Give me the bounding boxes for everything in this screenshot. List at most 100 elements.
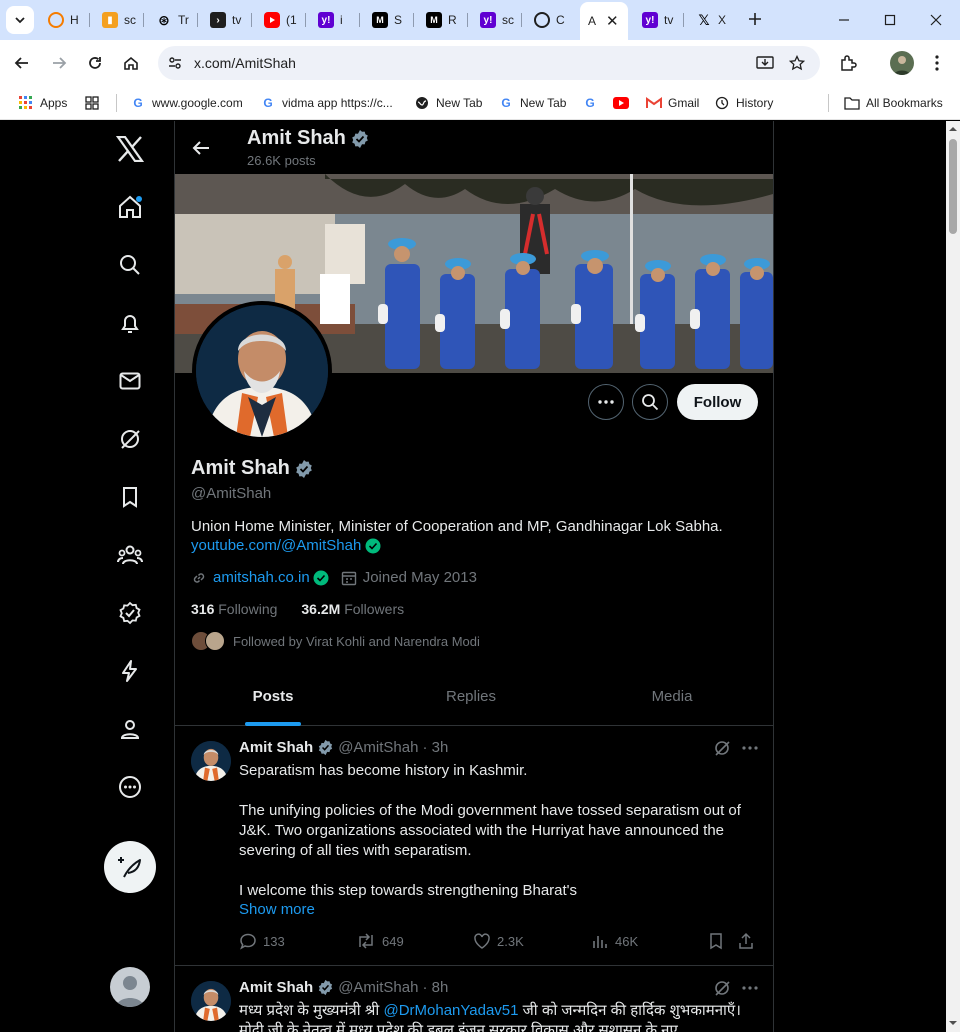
more-options-button[interactable] xyxy=(588,384,624,420)
browser-tab[interactable]: C xyxy=(526,6,576,34)
google-icon: G xyxy=(133,96,143,110)
show-more-link[interactable]: Show more xyxy=(239,901,315,918)
new-tab-button[interactable] xyxy=(744,8,766,30)
followed-by[interactable]: Followed by Virat Kohli and Narendra Mod… xyxy=(191,631,480,651)
compose-post-button[interactable] xyxy=(104,841,156,893)
repost-icon xyxy=(359,933,373,949)
close-tab-icon[interactable]: ✕ xyxy=(606,12,619,30)
back-arrow-icon[interactable] xyxy=(189,136,213,160)
mention-link[interactable]: @DrMohanYadav51 xyxy=(383,1002,518,1019)
extensions-button[interactable] xyxy=(836,51,860,75)
tab-replies[interactable]: Replies xyxy=(371,666,571,726)
bio-link[interactable]: youtube.com/@AmitShah xyxy=(191,537,381,554)
profile-avatar[interactable] xyxy=(890,51,914,75)
close-window-button[interactable] xyxy=(926,10,946,30)
home-icon[interactable] xyxy=(100,187,160,227)
youtube-icon xyxy=(264,12,280,28)
bookmark-all[interactable]: All Bookmarks xyxy=(844,93,943,113)
tweet-header: Amit Shah @AmitShah · 8h xyxy=(239,979,449,996)
browser-toolbar: x.com/AmitShah xyxy=(0,40,960,86)
search-icon[interactable] xyxy=(100,245,160,285)
profile-name: Amit Shah xyxy=(191,457,314,480)
account-avatar[interactable] xyxy=(110,967,150,1007)
x-logo-icon[interactable] xyxy=(100,129,160,169)
yahoo-icon: y! xyxy=(318,12,334,28)
browser-tab[interactable]: y! tv xyxy=(634,6,684,34)
browser-tab[interactable]: H xyxy=(40,6,90,34)
search-profile-button[interactable] xyxy=(632,384,668,420)
views-button[interactable]: 46K xyxy=(591,932,638,950)
grok-icon[interactable] xyxy=(713,979,731,997)
verified-icon[interactable] xyxy=(100,593,160,633)
browser-tab[interactable]: ▮ sc xyxy=(94,6,144,34)
forward-button[interactable] xyxy=(47,51,71,75)
kebab-menu-icon xyxy=(935,55,939,71)
bookmark-tab-groups[interactable] xyxy=(84,93,106,113)
tweet-avatar[interactable] xyxy=(191,741,231,781)
browser-tab[interactable]: y! i xyxy=(310,6,360,34)
profile-icon[interactable] xyxy=(100,709,160,749)
tweet[interactable]: Amit Shah @AmitShah · 3h Separatism has … xyxy=(175,727,773,966)
browser-tab[interactable]: ⊛ Tr xyxy=(148,6,198,34)
bookmarks-bar: Apps Gwww.google.com Gvidma app https://… xyxy=(0,86,960,120)
install-app-icon[interactable] xyxy=(756,54,774,72)
chrome-menu-button[interactable] xyxy=(925,51,949,75)
bookmark-new-tab-2[interactable]: G New Tab xyxy=(498,93,566,113)
bookmark-vidma[interactable]: Gvidma app https://c... xyxy=(260,93,392,113)
bookmark-gmail[interactable]: Gmail xyxy=(646,93,699,113)
notifications-icon[interactable] xyxy=(100,303,160,343)
youtube-icon xyxy=(613,95,629,111)
browser-tab[interactable]: MS xyxy=(364,6,414,34)
browser-tab[interactable]: 𝕏X xyxy=(688,6,738,34)
tab-posts[interactable]: Posts xyxy=(175,666,371,726)
bookmarks-icon[interactable] xyxy=(100,477,160,517)
site-settings-icon[interactable] xyxy=(166,54,184,72)
website-link[interactable]: amitshah.co.in xyxy=(213,569,310,586)
bookmark-new-tab[interactable]: New Tab xyxy=(414,93,482,113)
verified-badge-icon xyxy=(319,739,333,756)
bookmark-google[interactable]: Gwww.google.com xyxy=(130,93,242,113)
more-icon[interactable] xyxy=(100,767,160,807)
following-link[interactable]: 316 Following xyxy=(191,601,277,617)
grok-icon[interactable] xyxy=(713,739,731,757)
bookmark-apps[interactable]: Apps xyxy=(18,93,67,113)
bookmark-star-icon[interactable] xyxy=(788,54,806,72)
repost-button[interactable]: 649 xyxy=(356,932,404,950)
back-button[interactable] xyxy=(10,51,34,75)
green-check-icon xyxy=(313,570,329,585)
like-button[interactable]: 2.3K xyxy=(473,932,524,950)
reply-button[interactable]: 133 xyxy=(239,932,285,950)
tab-search-button[interactable] xyxy=(6,6,34,34)
bookmark-history[interactable]: History xyxy=(714,93,773,113)
page-scrollbar[interactable] xyxy=(946,121,960,1032)
browser-tab[interactable]: › tv xyxy=(202,6,252,34)
grok-icon[interactable] xyxy=(100,419,160,459)
tab-media[interactable]: Media xyxy=(571,666,773,726)
reload-button[interactable] xyxy=(83,51,107,75)
address-bar[interactable]: x.com/AmitShah xyxy=(158,46,820,80)
tweet[interactable]: Amit Shah @AmitShah · 8h मध्य प्रदेश के … xyxy=(175,967,773,1032)
home-button[interactable] xyxy=(119,51,143,75)
messages-icon[interactable] xyxy=(100,361,160,401)
ellipsis-icon[interactable] xyxy=(741,986,759,990)
browser-tab[interactable]: (1 xyxy=(256,6,306,34)
share-button[interactable] xyxy=(737,932,755,950)
bookmark-youtube[interactable] xyxy=(613,93,635,113)
profile-avatar[interactable] xyxy=(192,301,332,441)
scroll-thumb[interactable] xyxy=(949,139,957,234)
browser-tab[interactable]: y! sc xyxy=(472,6,522,34)
bookmark-button[interactable] xyxy=(708,932,724,950)
bookmark-google-2[interactable]: G xyxy=(582,93,604,113)
maximize-button[interactable] xyxy=(880,10,900,30)
ellipsis-icon[interactable] xyxy=(741,746,759,750)
followers-link[interactable]: 36.2M Followers xyxy=(301,601,404,617)
minimize-button[interactable] xyxy=(834,10,854,30)
tweet-text: मध्य प्रदेश के मुख्यमंत्री श्री @DrMohan… xyxy=(239,1002,741,1032)
lightning-icon[interactable] xyxy=(100,651,160,691)
tweet-avatar[interactable] xyxy=(191,981,231,1021)
url-text[interactable]: x.com/AmitShah xyxy=(194,55,296,71)
browser-tab-active[interactable]: A ✕ xyxy=(580,2,628,40)
browser-tab[interactable]: MR xyxy=(418,6,468,34)
follow-button[interactable]: Follow xyxy=(677,384,758,420)
communities-icon[interactable] xyxy=(100,535,160,575)
